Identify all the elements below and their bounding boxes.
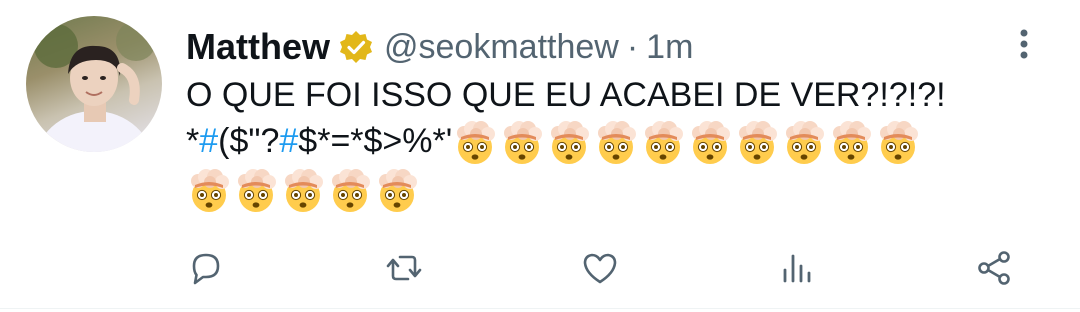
exploding-head-emoji	[875, 120, 921, 166]
exploding-head-emoji	[452, 120, 498, 166]
display-name[interactable]: Matthew	[186, 26, 330, 68]
like-icon[interactable]	[580, 248, 620, 288]
exploding-head-emoji	[186, 168, 232, 214]
analytics-icon[interactable]	[778, 248, 818, 288]
hashtag-link[interactable]: #	[199, 122, 218, 160]
reply-icon[interactable]	[186, 248, 226, 288]
text-segment: ($"?	[218, 122, 280, 160]
tweet-actions	[0, 240, 1080, 294]
tweet-text: O QUE FOI ISSO QUE EU ACABEI DE VER?!?!?…	[186, 72, 1026, 214]
exploding-head-emoji	[734, 120, 780, 166]
tweet-text-line-3	[186, 166, 1026, 214]
separator-dot: ·	[626, 27, 639, 66]
exploding-head-emoji	[233, 168, 279, 214]
divider	[0, 308, 1080, 309]
text-segment: *	[186, 122, 200, 160]
exploding-head-emoji	[499, 120, 545, 166]
avatar[interactable]	[26, 16, 162, 152]
verified-badge-icon	[338, 29, 374, 65]
exploding-head-emoji	[327, 168, 373, 214]
tweet-text-line-2: *#($"?#$*=*$>%*'	[186, 118, 1026, 166]
exploding-head-emoji	[546, 120, 592, 166]
avatar-photo	[34, 21, 156, 152]
exploding-head-emoji	[280, 168, 326, 214]
more-options-icon[interactable]	[1012, 26, 1036, 62]
emoji-row	[186, 168, 421, 214]
exploding-head-emoji	[374, 168, 420, 214]
text-segment: $*=*$>%*'	[298, 122, 453, 160]
exploding-head-emoji	[781, 120, 827, 166]
emoji-row	[452, 120, 922, 166]
retweet-icon[interactable]	[384, 248, 424, 288]
exploding-head-emoji	[687, 120, 733, 166]
user-handle[interactable]: @seokmatthew	[384, 28, 619, 67]
tweet-text-line-1: O QUE FOI ISSO QUE EU ACABEI DE VER?!?!?…	[186, 76, 946, 114]
hashtag-link[interactable]: #	[279, 122, 298, 160]
tweet-header: Matthew @seokmatthew · 1m	[186, 26, 693, 68]
share-icon[interactable]	[974, 248, 1014, 288]
timestamp[interactable]: 1m	[646, 28, 693, 67]
exploding-head-emoji	[593, 120, 639, 166]
exploding-head-emoji	[640, 120, 686, 166]
exploding-head-emoji	[828, 120, 874, 166]
